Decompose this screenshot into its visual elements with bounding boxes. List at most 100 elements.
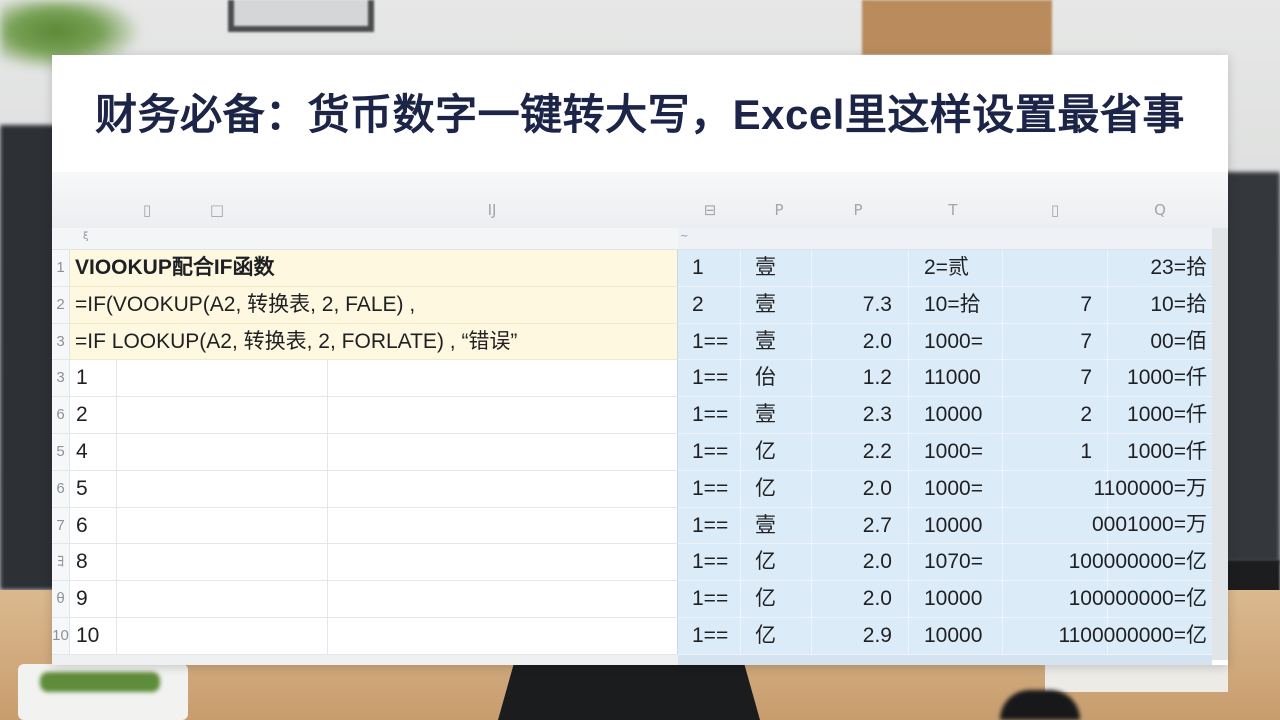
- conversion-cell[interactable]: 2.0: [812, 470, 909, 508]
- conversion-cell[interactable]: 2: [1003, 397, 1108, 434]
- row-number[interactable]: 2: [52, 286, 70, 324]
- empty-cell[interactable]: [328, 470, 678, 508]
- row-number[interactable]: 1: [52, 250, 70, 287]
- conversion-cell[interactable]: [1003, 250, 1108, 287]
- conversion-cell[interactable]: 11000: [909, 360, 1003, 398]
- bracket-glyph-icon[interactable]: IJ: [488, 200, 497, 220]
- conversion-cell[interactable]: 23=拾: [1108, 250, 1212, 287]
- vertical-scrollbar[interactable]: [1212, 228, 1228, 660]
- conversion-cell[interactable]: 10000: [909, 507, 1003, 545]
- flag-glyph-icon[interactable]: P: [853, 200, 862, 220]
- conversion-cell[interactable]: 100000000=亿: [1069, 544, 1212, 582]
- value-cell[interactable]: 9: [70, 581, 117, 618]
- conversion-cell[interactable]: 7: [1003, 323, 1108, 361]
- conversion-cell[interactable]: 亿: [741, 617, 812, 655]
- conversion-cell[interactable]: 2.0: [812, 323, 909, 361]
- conversion-cell[interactable]: 亿: [741, 433, 812, 471]
- empty-cell[interactable]: [328, 581, 678, 618]
- row-number[interactable]: 7: [52, 507, 70, 545]
- empty-cell[interactable]: [328, 360, 678, 398]
- value-cell[interactable]: 5: [70, 470, 117, 508]
- conversion-cell[interactable]: 2: [678, 286, 741, 324]
- conversion-cell[interactable]: 1070=: [909, 544, 1003, 582]
- value-cell[interactable]: 2: [70, 397, 117, 434]
- empty-cell[interactable]: [117, 581, 328, 618]
- empty-cell[interactable]: [117, 360, 328, 398]
- conversion-cell[interactable]: 壹: [741, 286, 812, 324]
- conversion-cell[interactable]: 0001000=万: [1092, 507, 1212, 545]
- conversion-cell[interactable]: 1==: [678, 433, 741, 471]
- conversion-cell[interactable]: 壹: [741, 323, 812, 361]
- conversion-cell[interactable]: 7: [1003, 360, 1108, 398]
- conversion-cell[interactable]: 10000: [909, 397, 1003, 434]
- conversion-cell[interactable]: 1==: [678, 544, 741, 582]
- conversion-cell[interactable]: 10000: [909, 581, 1003, 618]
- conversion-cell[interactable]: 1000=: [909, 470, 1003, 508]
- conversion-cell[interactable]: 7.3: [812, 286, 909, 324]
- empty-cell[interactable]: [328, 617, 678, 655]
- empty-cell[interactable]: [328, 433, 678, 471]
- conversion-cell[interactable]: 2=贰: [909, 250, 1003, 287]
- conversion-cell[interactable]: 1==: [678, 397, 741, 434]
- row-number[interactable]: 6: [52, 470, 70, 508]
- conversion-cell[interactable]: 1.2: [812, 360, 909, 398]
- conversion-cell[interactable]: 100000000=亿: [1069, 581, 1212, 618]
- conversion-cell[interactable]: 壹: [741, 250, 812, 287]
- conversion-cell[interactable]: 亿: [741, 470, 812, 508]
- conversion-cell[interactable]: 2.0: [812, 544, 909, 582]
- conversion-cell[interactable]: 1100000=万: [1094, 470, 1212, 508]
- bar-glyph-icon[interactable]: ▯: [143, 200, 151, 220]
- conversion-cell[interactable]: 1==: [678, 581, 741, 618]
- value-cell[interactable]: 8: [70, 544, 117, 582]
- bar-glyph-icon[interactable]: ▯: [1051, 200, 1059, 220]
- square-glyph-icon[interactable]: □: [210, 200, 224, 220]
- empty-cell[interactable]: [117, 397, 328, 434]
- conversion-cell[interactable]: 1000=: [909, 433, 1003, 471]
- value-cell[interactable]: 6: [70, 507, 117, 545]
- conversion-cell[interactable]: 1==: [678, 470, 741, 508]
- conversion-cell[interactable]: 00=佰: [1108, 323, 1212, 361]
- row-number[interactable]: 3: [52, 360, 70, 398]
- conversion-cell[interactable]: 佁: [741, 360, 812, 398]
- empty-cell[interactable]: [328, 544, 678, 582]
- formula-cell[interactable]: =IF(VOOKUP(A2, 转换表, 2, FALE) ,: [70, 286, 678, 324]
- conversion-cell[interactable]: 1000=仟: [1108, 360, 1212, 398]
- conversion-cell[interactable]: 1: [1003, 433, 1108, 471]
- conversion-cell[interactable]: 10000: [909, 617, 1003, 655]
- conversion-cell[interactable]: 2.3: [812, 397, 909, 434]
- row-number[interactable]: ﾖ: [52, 544, 70, 582]
- conversion-cell[interactable]: 10=拾: [909, 286, 1003, 324]
- conversion-cell[interactable]: 1==: [678, 617, 741, 655]
- conversion-cell[interactable]: 1==: [678, 507, 741, 545]
- formula-cell[interactable]: =IF LOOKUP(A2, 转换表, 2, FORLATE) , “错误”: [70, 323, 678, 361]
- row-number[interactable]: 5: [52, 433, 70, 471]
- conversion-cell[interactable]: [812, 250, 909, 287]
- conversion-cell[interactable]: 1==: [678, 360, 741, 398]
- empty-cell[interactable]: [117, 544, 328, 582]
- conversion-cell[interactable]: 10=拾: [1108, 286, 1212, 324]
- empty-cell[interactable]: [328, 507, 678, 545]
- conversion-cell[interactable]: 2.9: [812, 617, 909, 655]
- conversion-cell[interactable]: 1000=仟: [1108, 397, 1212, 434]
- conversion-cell[interactable]: 2.2: [812, 433, 909, 471]
- conversion-cell[interactable]: 亿: [741, 544, 812, 582]
- empty-cell[interactable]: [117, 617, 328, 655]
- conversion-cell[interactable]: 2.0: [812, 581, 909, 618]
- q-glyph-icon[interactable]: Q: [1154, 200, 1166, 220]
- t-glyph-icon[interactable]: T: [948, 200, 957, 220]
- conversion-cell[interactable]: 1: [678, 250, 741, 287]
- conversion-cell[interactable]: 1000=仟: [1108, 433, 1212, 471]
- row-number[interactable]: 10: [52, 617, 70, 655]
- conversion-cell[interactable]: 2.7: [812, 507, 909, 545]
- value-cell[interactable]: 10: [70, 617, 117, 655]
- conversion-cell[interactable]: 壹: [741, 397, 812, 434]
- row-number[interactable]: 3: [52, 323, 70, 361]
- empty-cell[interactable]: [328, 397, 678, 434]
- conversion-cell[interactable]: 1==: [678, 323, 741, 361]
- conversion-cell[interactable]: 1100000000=亿: [1059, 617, 1212, 655]
- value-cell[interactable]: 1: [70, 360, 117, 398]
- boxed-minus-glyph-icon[interactable]: ⊟: [704, 200, 717, 220]
- row-number[interactable]: θ: [52, 581, 70, 618]
- conversion-cell[interactable]: 亿: [741, 581, 812, 618]
- conversion-cell[interactable]: 1000=: [909, 323, 1003, 361]
